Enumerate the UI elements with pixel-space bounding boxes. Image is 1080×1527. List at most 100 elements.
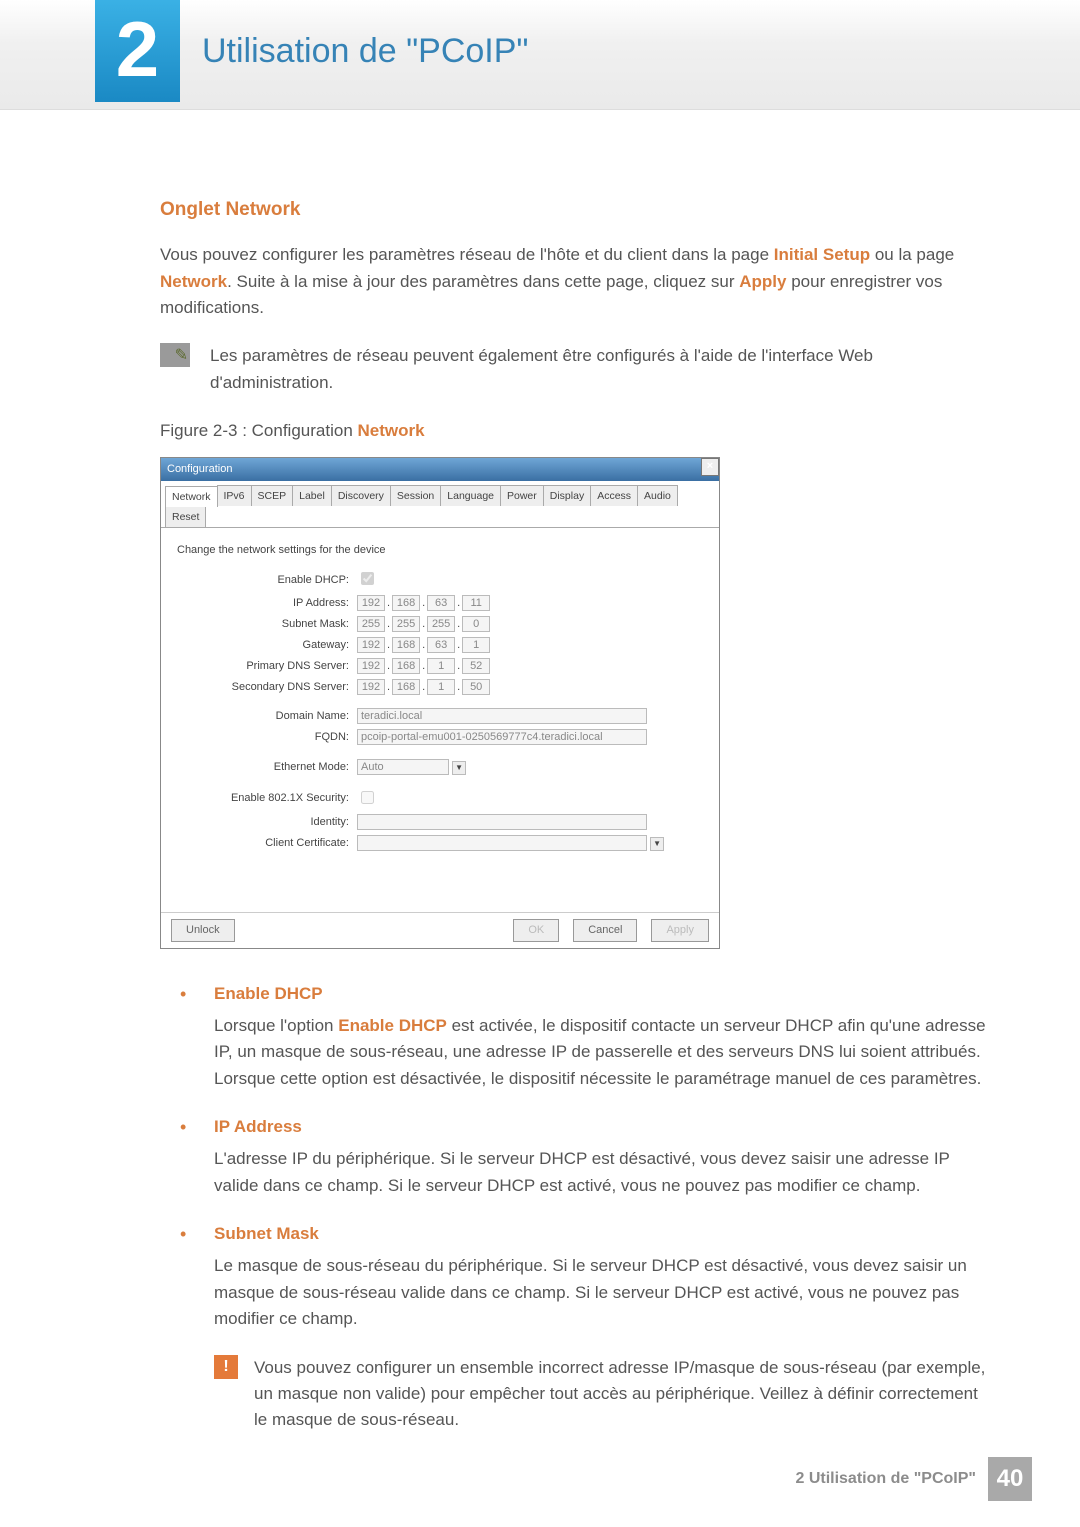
warning-text: Vous pouvez configurer un ensemble incor… — [254, 1355, 990, 1434]
config-tabs: Network IPv6 SCEP Label Discovery Sessio… — [161, 481, 719, 529]
label-ethernet-mode: Ethernet Mode: — [177, 759, 357, 776]
note-icon — [160, 343, 190, 367]
label-primary-dns: Primary DNS Server: — [177, 658, 357, 675]
intro-paragraph: Vous pouvez configurer les paramètres ré… — [160, 242, 990, 321]
d2-oct-1[interactable] — [357, 679, 385, 695]
label-subnet-mask: Subnet Mask: — [177, 616, 357, 633]
d1-oct-2[interactable] — [392, 658, 420, 674]
d1-oct-4[interactable] — [462, 658, 490, 674]
ok-button[interactable]: OK — [513, 919, 559, 942]
chevron-down-icon[interactable]: ▼ — [650, 837, 664, 851]
d2-oct-4[interactable] — [462, 679, 490, 695]
tab-ipv6[interactable]: IPv6 — [217, 485, 252, 506]
label-identity: Identity: — [177, 814, 357, 831]
sn-oct-3[interactable] — [427, 616, 455, 632]
tab-label[interactable]: Label — [292, 485, 332, 506]
label-secondary-dns: Secondary DNS Server: — [177, 679, 357, 696]
tab-network[interactable]: Network — [165, 486, 218, 507]
ip-oct-3[interactable] — [427, 595, 455, 611]
link-initial-setup[interactable]: Initial Setup — [774, 245, 870, 264]
gateway-field[interactable]: ... — [357, 637, 490, 654]
d1-oct-3[interactable] — [427, 658, 455, 674]
config-titlebar: Configuration × — [161, 458, 719, 481]
checkbox-enable-dhcp[interactable] — [361, 572, 374, 585]
warning-icon: ! — [214, 1355, 238, 1379]
text: . Suite à la mise à jour des paramètres … — [227, 272, 739, 291]
gw-oct-4[interactable] — [462, 637, 490, 653]
ip-oct-4[interactable] — [462, 595, 490, 611]
tab-session[interactable]: Session — [390, 485, 441, 506]
chapter-title: Utilisation de "PCoIP" — [202, 32, 529, 71]
config-title-text: Configuration — [167, 463, 232, 475]
unlock-button[interactable]: Unlock — [171, 919, 235, 942]
note-row: Les paramètres de réseau peuvent égaleme… — [160, 343, 990, 396]
bullet-title: IP Address — [214, 1117, 302, 1136]
label-client-cert: Client Certificate: — [177, 835, 357, 852]
figure-caption-highlight: Network — [358, 421, 425, 440]
gw-oct-1[interactable] — [357, 637, 385, 653]
warning-row: ! Vous pouvez configurer un ensemble inc… — [214, 1355, 990, 1434]
label-gateway: Gateway: — [177, 637, 357, 654]
inline-highlight: Enable DHCP — [338, 1016, 447, 1035]
tab-scep[interactable]: SCEP — [251, 485, 294, 506]
bullet-enable-dhcp: Enable DHCP — [180, 981, 990, 1007]
label-enable-dhcp: Enable DHCP: — [177, 572, 357, 589]
bullet-title: Subnet Mask — [214, 1224, 319, 1243]
primary-dns-field[interactable]: ... — [357, 658, 490, 675]
tab-power[interactable]: Power — [500, 485, 544, 506]
label-fqdn: FQDN: — [177, 729, 357, 746]
text: ou la page — [870, 245, 954, 264]
gw-oct-2[interactable] — [392, 637, 420, 653]
close-icon[interactable]: × — [701, 458, 719, 476]
chevron-down-icon[interactable]: ▼ — [452, 761, 466, 775]
label-ip-address: IP Address: — [177, 595, 357, 612]
figure-caption: Figure 2-3 : Configuration Network — [160, 418, 990, 444]
tab-display[interactable]: Display — [543, 485, 591, 506]
tab-audio[interactable]: Audio — [637, 485, 678, 506]
tab-language[interactable]: Language — [440, 485, 501, 506]
tab-reset[interactable]: Reset — [165, 506, 206, 527]
checkbox-8021x[interactable] — [361, 791, 374, 804]
link-apply[interactable]: Apply — [739, 272, 786, 291]
text: Vous pouvez configurer les paramètres ré… — [160, 245, 774, 264]
bullet-body-ip-address: L'adresse IP du périphérique. Si le serv… — [214, 1146, 990, 1199]
label-domain-name: Domain Name: — [177, 708, 357, 725]
fqdn-input[interactable] — [357, 729, 647, 745]
sn-oct-4[interactable] — [462, 616, 490, 632]
cancel-button[interactable]: Cancel — [573, 919, 637, 942]
gw-oct-3[interactable] — [427, 637, 455, 653]
d2-oct-3[interactable] — [427, 679, 455, 695]
config-dialog: Configuration × Network IPv6 SCEP Label … — [160, 457, 720, 949]
secondary-dns-field[interactable]: ... — [357, 679, 490, 696]
identity-input[interactable] — [357, 814, 647, 830]
tab-access[interactable]: Access — [590, 485, 638, 506]
ip-oct-1[interactable] — [357, 595, 385, 611]
bullet-ip-address: IP Address — [180, 1114, 990, 1140]
apply-button[interactable]: Apply — [651, 919, 709, 942]
ip-oct-2[interactable] — [392, 595, 420, 611]
bullet-title: Enable DHCP — [214, 984, 323, 1003]
bullet-subnet-mask: Subnet Mask — [180, 1221, 990, 1247]
bullet-body-enable-dhcp: Lorsque l'option Enable DHCP est activée… — [214, 1013, 990, 1092]
sn-oct-1[interactable] — [357, 616, 385, 632]
tab-discovery[interactable]: Discovery — [331, 485, 391, 506]
label-8021x: Enable 802.1X Security: — [177, 790, 357, 807]
page-number: 40 — [988, 1457, 1032, 1501]
subnet-mask-field[interactable]: ... — [357, 616, 490, 633]
page-footer: 2 Utilisation de "PCoIP" 40 — [795, 1457, 1032, 1501]
d1-oct-1[interactable] — [357, 658, 385, 674]
link-network[interactable]: Network — [160, 272, 227, 291]
chapter-number-box: 2 — [95, 0, 180, 102]
domain-name-input[interactable] — [357, 708, 647, 724]
bullet-body-subnet-mask: Le masque de sous-réseau du périphérique… — [214, 1253, 990, 1332]
client-cert-select[interactable] — [357, 835, 647, 851]
page-header: 2 Utilisation de "PCoIP" — [0, 0, 1080, 110]
text: Figure 2-3 : Configuration — [160, 421, 358, 440]
ethernet-mode-select[interactable] — [357, 759, 449, 775]
config-subheading: Change the network settings for the devi… — [177, 542, 703, 559]
sn-oct-2[interactable] — [392, 616, 420, 632]
section-heading: Onglet Network — [160, 195, 990, 224]
d2-oct-2[interactable] — [392, 679, 420, 695]
ip-address-field[interactable]: ... — [357, 595, 490, 612]
footer-text: 2 Utilisation de "PCoIP" — [795, 1470, 976, 1488]
